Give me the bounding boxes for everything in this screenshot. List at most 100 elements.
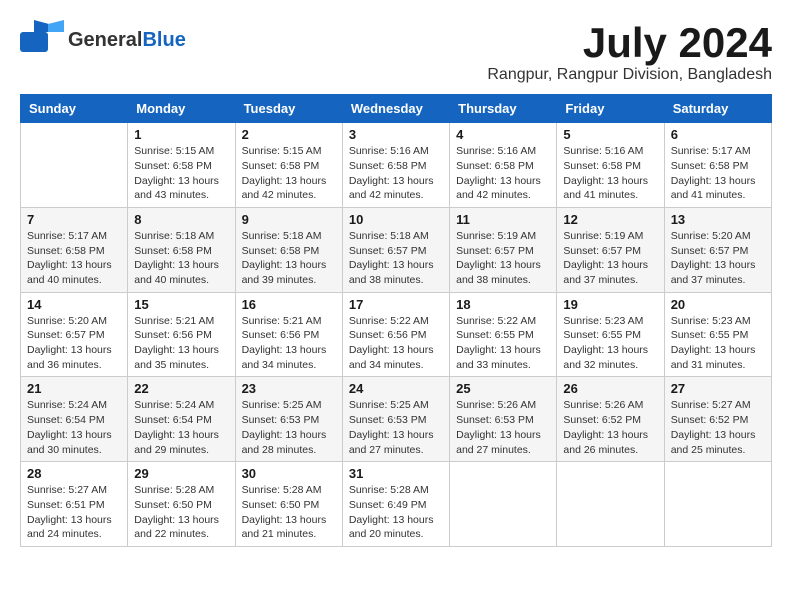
calendar-cell: 28 Sunrise: 5:27 AM Sunset: 6:51 PM Dayli… <box>21 462 128 547</box>
location-subtitle: Rangpur, Rangpur Division, Bangladesh <box>487 66 772 84</box>
day-number: 10 <box>349 212 443 227</box>
calendar-cell: 29 Sunrise: 5:28 AM Sunset: 6:50 PM Dayli… <box>128 462 235 547</box>
day-info: Sunrise: 5:18 AM Sunset: 6:58 PM Dayligh… <box>134 229 228 288</box>
day-info: Sunrise: 5:28 AM Sunset: 6:49 PM Dayligh… <box>349 483 443 542</box>
calendar-cell: 15Sunrise: 5:21 AM Sunset: 6:56 PM Dayli… <box>128 292 235 377</box>
calendar-cell: 13 Sunrise: 5:20 AM Sunset: 6:57 PM Dayli… <box>664 207 771 292</box>
calendar-week-row-2: 7Sunrise: 5:17 AM Sunset: 6:58 PM Daylig… <box>21 207 772 292</box>
day-number: 16 <box>242 297 336 312</box>
calendar-cell: 31Sunrise: 5:28 AM Sunset: 6:49 PM Dayli… <box>342 462 449 547</box>
day-info: Sunrise: 5:26 AM Sunset: 6:52 PM Dayligh… <box>563 398 657 457</box>
calendar-cell: 8 Sunrise: 5:18 AM Sunset: 6:58 PM Daylig… <box>128 207 235 292</box>
day-number: 7 <box>27 212 121 227</box>
calendar-week-row-5: 28 Sunrise: 5:27 AM Sunset: 6:51 PM Dayli… <box>21 462 772 547</box>
day-number: 9 <box>242 212 336 227</box>
day-number: 24 <box>349 381 443 396</box>
day-info: Sunrise: 5:15 AM Sunset: 6:58 PM Dayligh… <box>242 144 336 203</box>
day-info: Sunrise: 5:27 AM Sunset: 6:51 PM Dayligh… <box>27 483 121 542</box>
calendar-cell: 25 Sunrise: 5:26 AM Sunset: 6:53 PM Dayli… <box>450 377 557 462</box>
day-number: 29 <box>134 466 228 481</box>
day-info: Sunrise: 5:15 AM Sunset: 6:58 PM Dayligh… <box>134 144 228 203</box>
calendar-week-row-3: 14 Sunrise: 5:20 AM Sunset: 6:57 PM Dayli… <box>21 292 772 377</box>
calendar-cell: 4 Sunrise: 5:16 AM Sunset: 6:58 PM Daylig… <box>450 123 557 208</box>
day-number: 26 <box>563 381 657 396</box>
day-number: 20 <box>671 297 765 312</box>
day-info: Sunrise: 5:20 AM Sunset: 6:57 PM Dayligh… <box>27 314 121 373</box>
day-info: Sunrise: 5:26 AM Sunset: 6:53 PM Dayligh… <box>456 398 550 457</box>
calendar-cell <box>664 462 771 547</box>
day-info: Sunrise: 5:16 AM Sunset: 6:58 PM Dayligh… <box>563 144 657 203</box>
day-number: 6 <box>671 127 765 142</box>
day-info: Sunrise: 5:24 AM Sunset: 6:54 PM Dayligh… <box>134 398 228 457</box>
day-info: Sunrise: 5:24 AM Sunset: 6:54 PM Dayligh… <box>27 398 121 457</box>
calendar-cell: 2Sunrise: 5:15 AM Sunset: 6:58 PM Daylig… <box>235 123 342 208</box>
day-info: Sunrise: 5:22 AM Sunset: 6:56 PM Dayligh… <box>349 314 443 373</box>
calendar-cell <box>557 462 664 547</box>
day-number: 13 <box>671 212 765 227</box>
day-number: 8 <box>134 212 228 227</box>
calendar-cell: 23 Sunrise: 5:25 AM Sunset: 6:53 PM Dayli… <box>235 377 342 462</box>
day-info: Sunrise: 5:21 AM Sunset: 6:56 PM Dayligh… <box>242 314 336 373</box>
weekday-header-sunday: Sunday <box>21 95 128 123</box>
calendar-cell <box>21 123 128 208</box>
calendar-cell: 6 Sunrise: 5:17 AM Sunset: 6:58 PM Daylig… <box>664 123 771 208</box>
weekday-header-tuesday: Tuesday <box>235 95 342 123</box>
day-number: 3 <box>349 127 443 142</box>
calendar-cell: 1 Sunrise: 5:15 AM Sunset: 6:58 PM Daylig… <box>128 123 235 208</box>
day-number: 18 <box>456 297 550 312</box>
calendar-cell: 10 Sunrise: 5:18 AM Sunset: 6:57 PM Dayli… <box>342 207 449 292</box>
day-info: Sunrise: 5:19 AM Sunset: 6:57 PM Dayligh… <box>456 229 550 288</box>
calendar-week-row-4: 21 Sunrise: 5:24 AM Sunset: 6:54 PM Dayli… <box>21 377 772 462</box>
logo-text: GeneralBlue <box>68 29 186 52</box>
day-info: Sunrise: 5:28 AM Sunset: 6:50 PM Dayligh… <box>242 483 336 542</box>
day-info: Sunrise: 5:27 AM Sunset: 6:52 PM Dayligh… <box>671 398 765 457</box>
calendar-cell: 17 Sunrise: 5:22 AM Sunset: 6:56 PM Dayli… <box>342 292 449 377</box>
calendar-cell <box>450 462 557 547</box>
day-number: 1 <box>134 127 228 142</box>
weekday-header-row: SundayMondayTuesdayWednesdayThursdayFrid… <box>21 95 772 123</box>
weekday-header-wednesday: Wednesday <box>342 95 449 123</box>
weekday-header-saturday: Saturday <box>664 95 771 123</box>
day-info: Sunrise: 5:19 AM Sunset: 6:57 PM Dayligh… <box>563 229 657 288</box>
day-number: 12 <box>563 212 657 227</box>
calendar-cell: 9 Sunrise: 5:18 AM Sunset: 6:58 PM Daylig… <box>235 207 342 292</box>
calendar-cell: 3Sunrise: 5:16 AM Sunset: 6:58 PM Daylig… <box>342 123 449 208</box>
day-info: Sunrise: 5:16 AM Sunset: 6:58 PM Dayligh… <box>456 144 550 203</box>
calendar-cell: 18 Sunrise: 5:22 AM Sunset: 6:55 PM Dayli… <box>450 292 557 377</box>
logo: GeneralBlue <box>20 20 186 61</box>
calendar-cell: 24 Sunrise: 5:25 AM Sunset: 6:53 PM Dayli… <box>342 377 449 462</box>
day-number: 27 <box>671 381 765 396</box>
day-number: 4 <box>456 127 550 142</box>
calendar-week-row-1: 1 Sunrise: 5:15 AM Sunset: 6:58 PM Daylig… <box>21 123 772 208</box>
day-info: Sunrise: 5:28 AM Sunset: 6:50 PM Dayligh… <box>134 483 228 542</box>
day-number: 14 <box>27 297 121 312</box>
day-number: 28 <box>27 466 121 481</box>
day-info: Sunrise: 5:25 AM Sunset: 6:53 PM Dayligh… <box>349 398 443 457</box>
day-number: 23 <box>242 381 336 396</box>
calendar-cell: 27 Sunrise: 5:27 AM Sunset: 6:52 PM Dayli… <box>664 377 771 462</box>
day-number: 5 <box>563 127 657 142</box>
calendar-cell: 14 Sunrise: 5:20 AM Sunset: 6:57 PM Dayli… <box>21 292 128 377</box>
calendar-cell: 5 Sunrise: 5:16 AM Sunset: 6:58 PM Daylig… <box>557 123 664 208</box>
calendar-cell: 11 Sunrise: 5:19 AM Sunset: 6:57 PM Dayli… <box>450 207 557 292</box>
day-info: Sunrise: 5:25 AM Sunset: 6:53 PM Dayligh… <box>242 398 336 457</box>
calendar-cell: 12 Sunrise: 5:19 AM Sunset: 6:57 PM Dayli… <box>557 207 664 292</box>
logo-icon <box>20 20 64 61</box>
weekday-header-friday: Friday <box>557 95 664 123</box>
day-number: 21 <box>27 381 121 396</box>
calendar-cell: 21 Sunrise: 5:24 AM Sunset: 6:54 PM Dayli… <box>21 377 128 462</box>
day-number: 25 <box>456 381 550 396</box>
day-info: Sunrise: 5:20 AM Sunset: 6:57 PM Dayligh… <box>671 229 765 288</box>
day-number: 19 <box>563 297 657 312</box>
day-info: Sunrise: 5:18 AM Sunset: 6:58 PM Dayligh… <box>242 229 336 288</box>
day-number: 11 <box>456 212 550 227</box>
day-number: 17 <box>349 297 443 312</box>
day-number: 22 <box>134 381 228 396</box>
calendar-cell: 20Sunrise: 5:23 AM Sunset: 6:55 PM Dayli… <box>664 292 771 377</box>
month-year-title: July 2024 <box>487 20 772 66</box>
day-info: Sunrise: 5:17 AM Sunset: 6:58 PM Dayligh… <box>671 144 765 203</box>
day-info: Sunrise: 5:18 AM Sunset: 6:57 PM Dayligh… <box>349 229 443 288</box>
calendar-cell: 16 Sunrise: 5:21 AM Sunset: 6:56 PM Dayli… <box>235 292 342 377</box>
day-info: Sunrise: 5:22 AM Sunset: 6:55 PM Dayligh… <box>456 314 550 373</box>
calendar-cell: 30Sunrise: 5:28 AM Sunset: 6:50 PM Dayli… <box>235 462 342 547</box>
